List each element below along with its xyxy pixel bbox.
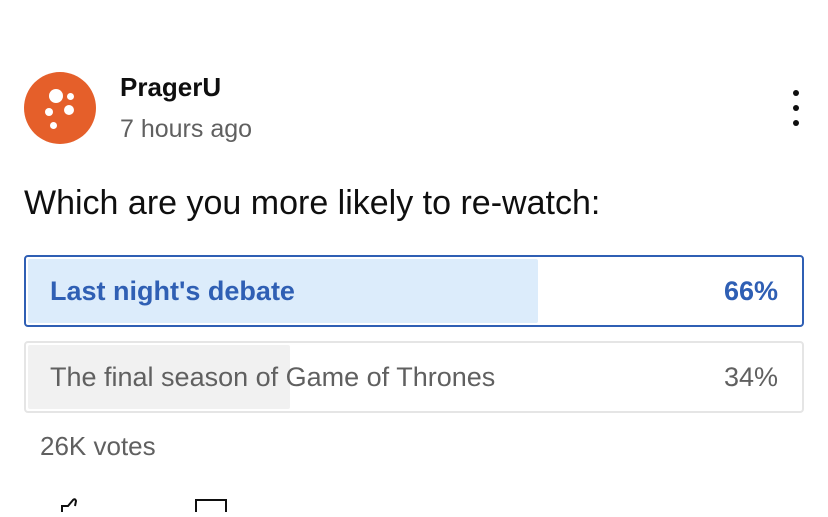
vote-count: 26K votes: [40, 431, 156, 461]
poll-option-label: The final season of Game of Thrones: [50, 361, 496, 392]
channel-name[interactable]: PragerU: [120, 72, 221, 102]
poll-option-percent: 34%: [723, 361, 778, 392]
avatar-logo-dot: [67, 93, 74, 100]
post-timestamp: 7 hours ago: [120, 115, 253, 143]
more-vertical-icon[interactable]: [780, 86, 810, 130]
channel-avatar[interactable]: [24, 72, 96, 144]
avatar-logo-dot: [49, 89, 63, 103]
menu-dot: [793, 120, 799, 126]
thumbs-up-icon[interactable]: [58, 498, 86, 512]
poll-question: Which are you more likely to re-watch:: [24, 184, 601, 222]
menu-dot: [793, 105, 799, 111]
post-action-bar: [24, 498, 324, 512]
avatar-logo-dot: [50, 122, 57, 129]
poll-option-debate[interactable]: Last night's debate 66%: [24, 255, 804, 327]
menu-dot: [793, 90, 799, 96]
comment-icon[interactable]: [194, 498, 230, 512]
post-header: PragerU 7 hours ago: [24, 72, 804, 144]
avatar-logo-dot: [64, 105, 74, 115]
avatar-logo-dot: [45, 108, 53, 116]
poll-option-label: Last night's debate: [50, 275, 295, 306]
poll-option-percent: 66%: [723, 275, 778, 306]
poll-option-game-of-thrones[interactable]: The final season of Game of Thrones 34%: [24, 341, 804, 413]
